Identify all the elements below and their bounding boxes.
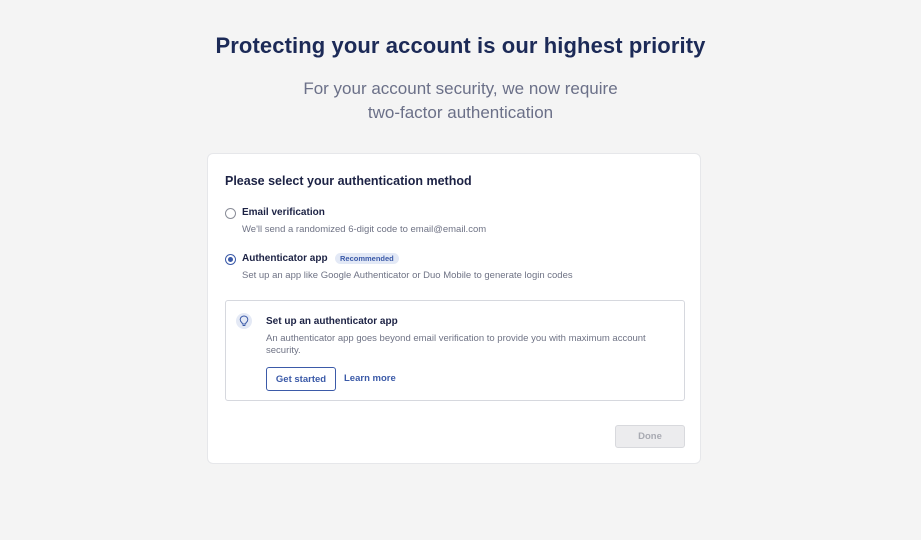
lightbulb-icon xyxy=(236,313,252,329)
recommended-badge: Recommended xyxy=(335,253,399,264)
learn-more-link[interactable]: Learn more xyxy=(344,373,396,384)
authenticator-app-description: Set up an app like Google Authenticator … xyxy=(242,270,573,281)
info-box-description: An authenticator app goes beyond email v… xyxy=(266,333,646,356)
email-verification-description: We'll send a randomized 6-digit code to … xyxy=(242,224,487,235)
subtitle-line-1: For your account security, we now requir… xyxy=(303,79,618,98)
authenticator-app-radio[interactable] xyxy=(225,254,236,265)
done-button[interactable]: Done xyxy=(615,425,685,448)
subtitle-line-2: two-factor authentication xyxy=(367,103,554,122)
info-box-title: Set up an authenticator app xyxy=(266,316,398,327)
email-verification-radio[interactable] xyxy=(225,208,236,219)
authenticator-setup-box: Set up an authenticator app An authentic… xyxy=(225,300,685,401)
page-title: Protecting your account is our highest p… xyxy=(215,33,706,58)
authentication-method-card: Please select your authentication method… xyxy=(207,153,701,464)
card-heading: Please select your authentication method xyxy=(225,174,472,188)
email-verification-label: Email verification xyxy=(242,207,325,218)
page-subtitle: For your account security, we now requir… xyxy=(0,77,921,125)
authenticator-app-label: Authenticator app xyxy=(242,253,328,264)
get-started-button[interactable]: Get started xyxy=(266,367,336,391)
